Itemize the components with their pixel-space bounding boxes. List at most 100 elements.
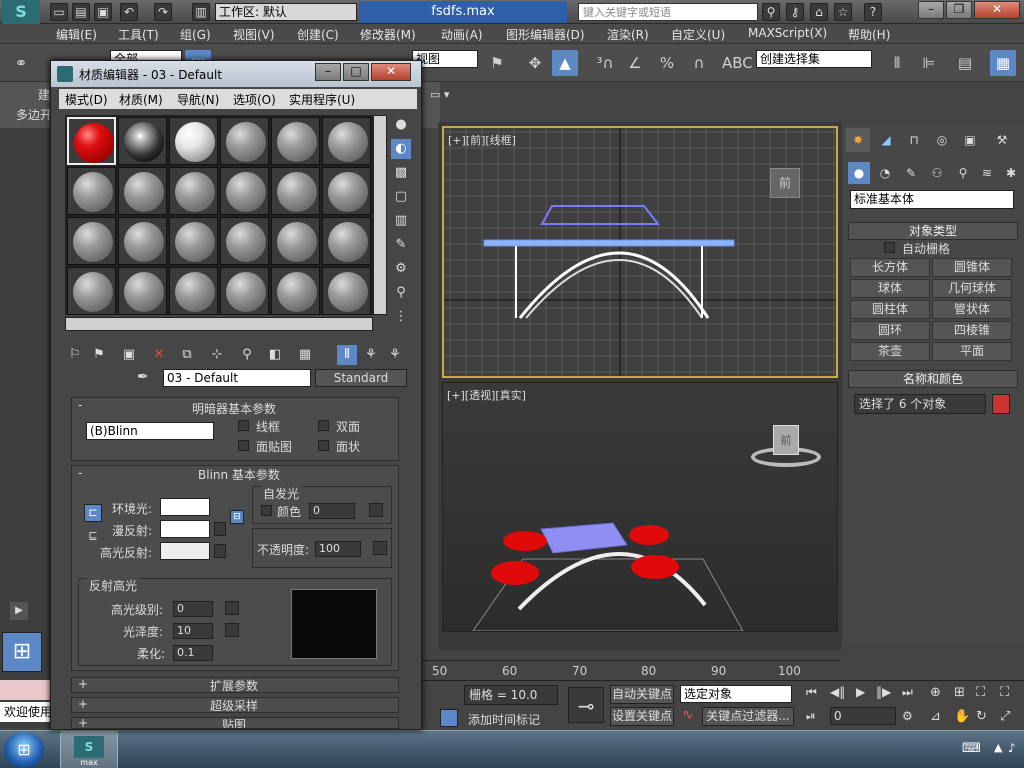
- menu-help[interactable]: 帮助(H): [848, 26, 890, 43]
- shader-combo[interactable]: (B)Blinn: [86, 422, 214, 440]
- uv-tiling-icon[interactable]: ▢: [391, 187, 411, 207]
- self-illum-spinner[interactable]: 0: [309, 503, 355, 519]
- geosphere-button[interactable]: 几何球体: [932, 279, 1012, 298]
- opacity-spinner[interactable]: 100: [315, 541, 361, 557]
- cylinder-button[interactable]: 圆柱体: [850, 300, 930, 319]
- zoom-extents-icon[interactable]: ⛶: [976, 685, 985, 700]
- pyramid-button[interactable]: 四棱锥: [932, 321, 1012, 340]
- supersampling-rollout[interactable]: + 超级采样: [71, 697, 399, 713]
- named-selection-combo[interactable]: 创建选择集: [756, 50, 872, 68]
- percent-snap-icon[interactable]: %: [654, 50, 680, 76]
- mat-menu-modes[interactable]: 模式(D): [65, 91, 108, 108]
- menu-graph-editors[interactable]: 图形编辑器(D): [506, 26, 585, 43]
- object-type-header[interactable]: 对象类型: [848, 222, 1018, 240]
- search-input[interactable]: 键入关键字或短语: [578, 3, 758, 21]
- play-icon[interactable]: ▶: [856, 685, 865, 699]
- sample-slot[interactable]: [67, 267, 116, 315]
- sample-slot-chrome[interactable]: [118, 117, 167, 165]
- maps-rollout[interactable]: + 贴图: [71, 717, 399, 729]
- motion-tab-icon[interactable]: ◎: [930, 128, 954, 152]
- redo-icon[interactable]: ↷: [154, 3, 172, 21]
- sample-slot-white[interactable]: [169, 117, 218, 165]
- pivot-icon[interactable]: ⚑: [484, 50, 510, 76]
- mat-maximize-button[interactable]: □: [343, 63, 369, 81]
- make-preview-icon[interactable]: ✎: [391, 235, 411, 255]
- menu-animation[interactable]: 动画(A): [441, 26, 483, 43]
- lights-icon[interactable]: ✎: [900, 162, 922, 184]
- modify-tab-icon[interactable]: ◢: [874, 128, 898, 152]
- soften-spinner[interactable]: 0.1: [173, 645, 213, 661]
- new-file-icon[interactable]: ▭: [50, 3, 68, 21]
- category-combo[interactable]: 标准基本体: [850, 190, 1014, 209]
- sample-slot[interactable]: [271, 167, 320, 215]
- utilities-tab-icon[interactable]: ⚒: [990, 128, 1014, 152]
- layer-manager-icon[interactable]: ▤: [952, 50, 978, 76]
- slots-hscrollbar[interactable]: [65, 317, 373, 331]
- select-manipulate-icon[interactable]: ▲: [552, 50, 578, 76]
- app-logo-icon[interactable]: S: [2, 0, 40, 24]
- self-illum-color-checkbox[interactable]: [261, 505, 272, 516]
- current-frame-field[interactable]: 0: [830, 707, 896, 725]
- sample-slot[interactable]: [67, 217, 116, 265]
- set-key-button[interactable]: 设置关键点: [610, 707, 674, 726]
- material-type-button[interactable]: Standard: [315, 369, 407, 387]
- put-to-library-icon[interactable]: ⚲: [237, 345, 257, 365]
- sample-slot[interactable]: [118, 217, 167, 265]
- save-icon[interactable]: ▣: [94, 3, 112, 21]
- spec-level-map-button[interactable]: [225, 601, 239, 615]
- align-icon[interactable]: ⊫: [916, 50, 942, 76]
- face-map-checkbox[interactable]: [238, 440, 249, 451]
- speaker-tray-icon[interactable]: ♪: [1008, 741, 1016, 755]
- get-material-icon[interactable]: ⚐: [65, 345, 85, 365]
- mirror-icon[interactable]: ⫴: [884, 50, 910, 76]
- maxscript-listener[interactable]: [0, 680, 50, 700]
- sample-slot[interactable]: [118, 267, 167, 315]
- mat-menu-material[interactable]: 材质(M): [119, 91, 163, 108]
- sample-slot[interactable]: [169, 267, 218, 315]
- sample-slot[interactable]: [322, 167, 371, 215]
- go-forward-icon[interactable]: ⚘: [385, 345, 405, 365]
- sample-type-icon[interactable]: ●: [391, 115, 411, 135]
- sample-slot[interactable]: [271, 267, 320, 315]
- key-mode-icon[interactable]: ⏯: [806, 709, 816, 724]
- taskbar-max-app[interactable]: S max: [60, 731, 118, 768]
- zoom-all-icon[interactable]: ⊞: [954, 685, 965, 700]
- gloss-map-button[interactable]: [225, 623, 239, 637]
- play-arrow-icon[interactable]: ▶: [10, 602, 28, 620]
- menu-edit[interactable]: 编辑(E): [56, 26, 97, 43]
- set-key-icon[interactable]: ⊸: [568, 687, 604, 723]
- blinn-header[interactable]: Blinn 基本参数: [198, 466, 280, 483]
- mat-close-button[interactable]: ✕: [371, 63, 411, 81]
- self-illum-map-button[interactable]: [369, 503, 383, 517]
- cone-button[interactable]: 圆锥体: [932, 258, 1012, 277]
- mat-menu-utilities[interactable]: 实用程序(U): [289, 91, 355, 108]
- favorites-star-icon[interactable]: ☆: [834, 3, 852, 21]
- sample-slot[interactable]: [220, 217, 269, 265]
- sample-slot[interactable]: [118, 167, 167, 215]
- sample-slot[interactable]: [220, 267, 269, 315]
- key-icon[interactable]: ⚷: [786, 3, 804, 21]
- time-config-icon[interactable]: ⚙: [902, 709, 913, 723]
- mat-menu-navigation[interactable]: 导航(N): [177, 91, 219, 108]
- front-viewport[interactable]: [+][前][线框] 前: [442, 126, 838, 378]
- sample-slot[interactable]: [67, 167, 116, 215]
- geometry-icon[interactable]: ●: [848, 162, 870, 184]
- link-icon[interactable]: ⚭: [8, 50, 34, 76]
- front-viewport-label[interactable]: [+][前][线框]: [448, 132, 516, 148]
- sample-slot[interactable]: [322, 217, 371, 265]
- lock-button-icon[interactable]: ⊟: [230, 510, 244, 524]
- spinner-snap-icon[interactable]: ∩: [686, 50, 712, 76]
- graphite-ribbon-icon[interactable]: ▦: [990, 50, 1016, 76]
- undo-icon[interactable]: ↶: [120, 3, 138, 21]
- rollout-minus-icon[interactable]: -: [78, 466, 82, 480]
- maximize-viewport-icon[interactable]: ⤢: [1000, 709, 1010, 724]
- perspective-viewport[interactable]: [+][透视][真实] 前: [442, 382, 838, 632]
- binoculars-icon[interactable]: ⚲: [762, 3, 780, 21]
- front-viewcube[interactable]: 前: [770, 168, 800, 198]
- sample-slot-red[interactable]: [67, 117, 116, 165]
- box-button[interactable]: 长方体: [850, 258, 930, 277]
- helpers-icon[interactable]: ⚲: [952, 162, 974, 184]
- show-end-result-icon[interactable]: ⫴: [337, 345, 357, 365]
- extended-params-rollout[interactable]: + 扩展参数: [71, 677, 399, 693]
- perspective-viewport-label[interactable]: [+][透视][真实]: [447, 387, 526, 403]
